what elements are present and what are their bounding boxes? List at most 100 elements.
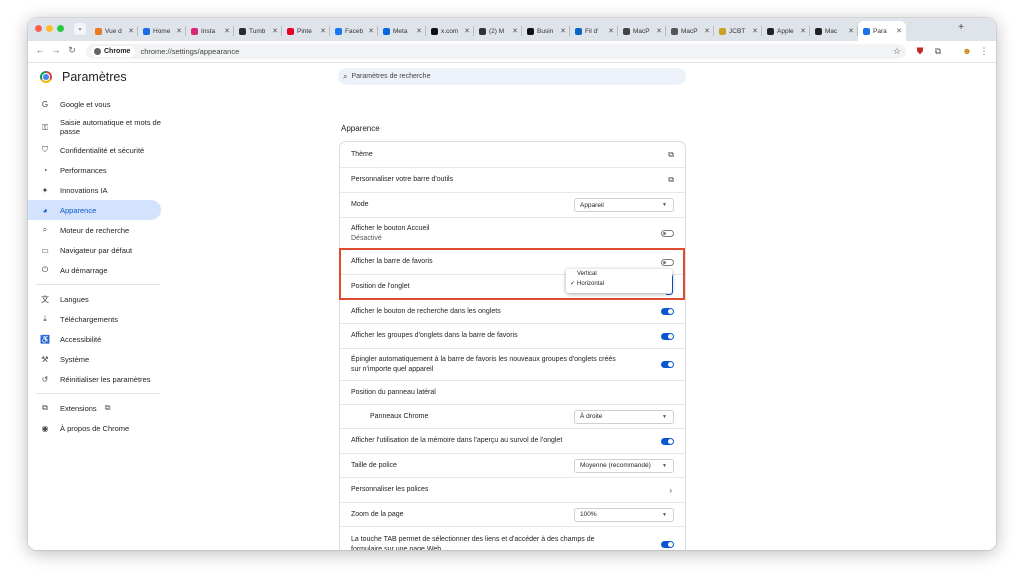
- sidebar-item[interactable]: ▭ Navigateur par défaut: [28, 240, 161, 260]
- setting-row[interactable]: Thème ⧉: [340, 142, 685, 167]
- browser-tab[interactable]: Busin ✕: [522, 21, 570, 41]
- sidebar-item[interactable]: 文 Langues: [28, 289, 161, 309]
- tab-position-dropdown[interactable]: VerticalHorizontal: [566, 269, 672, 293]
- tab-close-icon[interactable]: ✕: [175, 27, 183, 35]
- site-chip[interactable]: Chrome: [91, 46, 136, 57]
- tab-title: Faceb: [345, 27, 364, 35]
- tab-close-icon[interactable]: ✕: [223, 27, 231, 35]
- tab-close-icon[interactable]: ✕: [799, 27, 807, 35]
- browser-tab[interactable]: Faceb ✕: [330, 21, 378, 41]
- setting-row[interactable]: Personnaliser les polices ›: [340, 477, 685, 502]
- browser-tab[interactable]: Vue d ✕: [90, 21, 138, 41]
- sidebar-item[interactable]: ⤓ Téléchargements: [28, 309, 161, 329]
- setting-toggle[interactable]: [661, 332, 674, 340]
- sidebar-item-label: Extensions: [60, 403, 97, 413]
- dropdown-option[interactable]: Horizontal: [566, 279, 672, 289]
- reload-icon[interactable]: ↻: [66, 45, 78, 56]
- browser-tab[interactable]: (2) M ✕: [474, 21, 522, 41]
- tab-title: Fil d': [585, 27, 599, 35]
- close-window-button[interactable]: [35, 25, 42, 32]
- browser-tab[interactable]: Meta ✕: [378, 21, 426, 41]
- setting-toggle[interactable]: [661, 361, 674, 368]
- sidebar-item-label: Performances: [60, 165, 107, 175]
- setting-select[interactable]: À droite ▼: [574, 409, 674, 424]
- tab-close-icon[interactable]: ✕: [751, 27, 759, 35]
- tab-close-icon[interactable]: ✕: [655, 27, 663, 35]
- back-arrow-icon[interactable]: ←: [34, 45, 46, 55]
- instagram-icon: [191, 27, 198, 35]
- tab-close-icon[interactable]: ✕: [367, 27, 375, 35]
- browser-tab[interactable]: Tumb ✕: [234, 21, 282, 41]
- tab-close-icon[interactable]: ✕: [271, 27, 279, 35]
- sidebar-item-label: Navigateur par défaut: [60, 245, 133, 255]
- sidebar-item[interactable]: ⧉ Extensions ⧉: [28, 398, 161, 418]
- sidebar-item[interactable]: ⌕ Moteur de recherche: [28, 220, 161, 240]
- minimize-window-button[interactable]: [46, 25, 53, 32]
- sidebar-item[interactable]: ↺ Réinitialiser les paramètres: [28, 369, 161, 389]
- sidebar-item[interactable]: ⛉ Confidentialité et sécurité: [28, 140, 161, 160]
- tab-search-chevron-icon[interactable]: ⌄: [74, 23, 86, 35]
- tab-close-icon[interactable]: ✕: [415, 27, 423, 35]
- browser-tab[interactable]: Fil d' ✕: [570, 21, 618, 41]
- tab-close-icon[interactable]: ✕: [559, 27, 567, 35]
- sidebar-item[interactable]: ⚿ Saisie automatique et mots de passe: [28, 114, 161, 140]
- setting-toggle[interactable]: [661, 541, 674, 548]
- menu-kebab-icon[interactable]: ⋮: [978, 46, 990, 57]
- sidebar-item[interactable]: ✦ Innovations IA: [28, 180, 161, 200]
- setting-select[interactable]: Appareil ▼: [574, 198, 674, 212]
- browser-tab[interactable]: JCBT ✕: [714, 21, 762, 41]
- setting-select[interactable]: Moyenne (recommandé) ▼: [574, 458, 674, 473]
- sidebar-item[interactable]: G Google et vous: [28, 94, 161, 114]
- tab-close-icon[interactable]: ✕: [319, 27, 327, 35]
- sidebar-item[interactable]: ◔ Performances: [28, 160, 161, 180]
- tab-close-icon[interactable]: ✕: [127, 27, 135, 35]
- browser-tab[interactable]: Home ✕: [138, 21, 186, 41]
- browser-tab[interactable]: Mac ✕: [810, 21, 858, 41]
- new-tab-plus-icon[interactable]: +: [955, 22, 967, 33]
- tab-close-icon[interactable]: ✕: [463, 27, 471, 35]
- maximize-window-button[interactable]: [57, 25, 64, 32]
- tab-close-icon[interactable]: ✕: [847, 27, 855, 35]
- tab-close-icon[interactable]: ✕: [607, 27, 615, 35]
- tab-close-icon[interactable]: ✕: [703, 27, 711, 35]
- browser-tab[interactable]: Pinte ✕: [282, 21, 330, 41]
- dropdown-option[interactable]: Vertical: [566, 269, 672, 279]
- setting-toggle[interactable]: [661, 230, 674, 237]
- sidebar-item-label: Langues: [60, 294, 89, 304]
- browser-tab[interactable]: Para ✕: [858, 21, 906, 41]
- tab-close-icon[interactable]: ✕: [895, 27, 903, 35]
- sidebar-item-label: Système: [60, 354, 90, 364]
- setting-toggle[interactable]: [661, 258, 674, 266]
- profile-avatar-icon[interactable]: ☻: [961, 46, 973, 57]
- sidebar-item[interactable]: ⏻ Au démarrage: [28, 260, 161, 280]
- browser-tab[interactable]: Insta ✕: [186, 21, 234, 41]
- sidebar-item[interactable]: ◕ Apparence: [28, 200, 161, 220]
- setting-toggle[interactable]: [661, 308, 674, 315]
- browser-tab[interactable]: x.com ✕: [426, 21, 474, 41]
- address-bar[interactable]: Chrome chrome://settings/appearance: [86, 44, 906, 59]
- tab-title: Home: [153, 27, 171, 35]
- sidebar-item[interactable]: ◉ À propos de Chrome: [28, 418, 161, 438]
- sidebar-item-label: Téléchargements: [60, 314, 118, 324]
- tab-close-icon[interactable]: ✕: [511, 27, 519, 35]
- jcbt-icon: [719, 27, 726, 35]
- open-in-new-icon[interactable]: ⧉: [668, 175, 674, 185]
- sidebar-item[interactable]: ♿ Accessibilité: [28, 329, 161, 349]
- browser-tab[interactable]: Apple ✕: [762, 21, 810, 41]
- tab-title: JCBT: [729, 27, 746, 35]
- browser-window: ⌄ Vue d ✕ Home ✕ Insta ✕ Tumb ✕ Pinte ✕ Faceb ✕ Meta…: [28, 18, 996, 550]
- setting-toggle[interactable]: [661, 437, 674, 445]
- setting-row[interactable]: Personnaliser votre barre d'outils ⧉: [340, 167, 685, 192]
- shield-extension-icon[interactable]: ⛊: [914, 46, 926, 57]
- chevron-right-icon[interactable]: ›: [669, 486, 672, 495]
- extensions-puzzle-icon[interactable]: ⧉: [932, 46, 944, 57]
- setting-select[interactable]: 100% ▼: [574, 507, 674, 522]
- browser-tab[interactable]: MacP ✕: [666, 21, 714, 41]
- open-in-new-icon[interactable]: ⧉: [668, 150, 674, 160]
- setting-label: Thème: [351, 150, 373, 158]
- settings-search-input[interactable]: ⌕ Paramètres de recherche: [338, 68, 686, 85]
- sidebar-item[interactable]: ⚒ Système: [28, 349, 161, 369]
- forward-arrow-icon[interactable]: →: [50, 45, 62, 55]
- browser-tab[interactable]: MacP ✕: [618, 21, 666, 41]
- bookmark-star-icon[interactable]: ☆: [891, 46, 903, 57]
